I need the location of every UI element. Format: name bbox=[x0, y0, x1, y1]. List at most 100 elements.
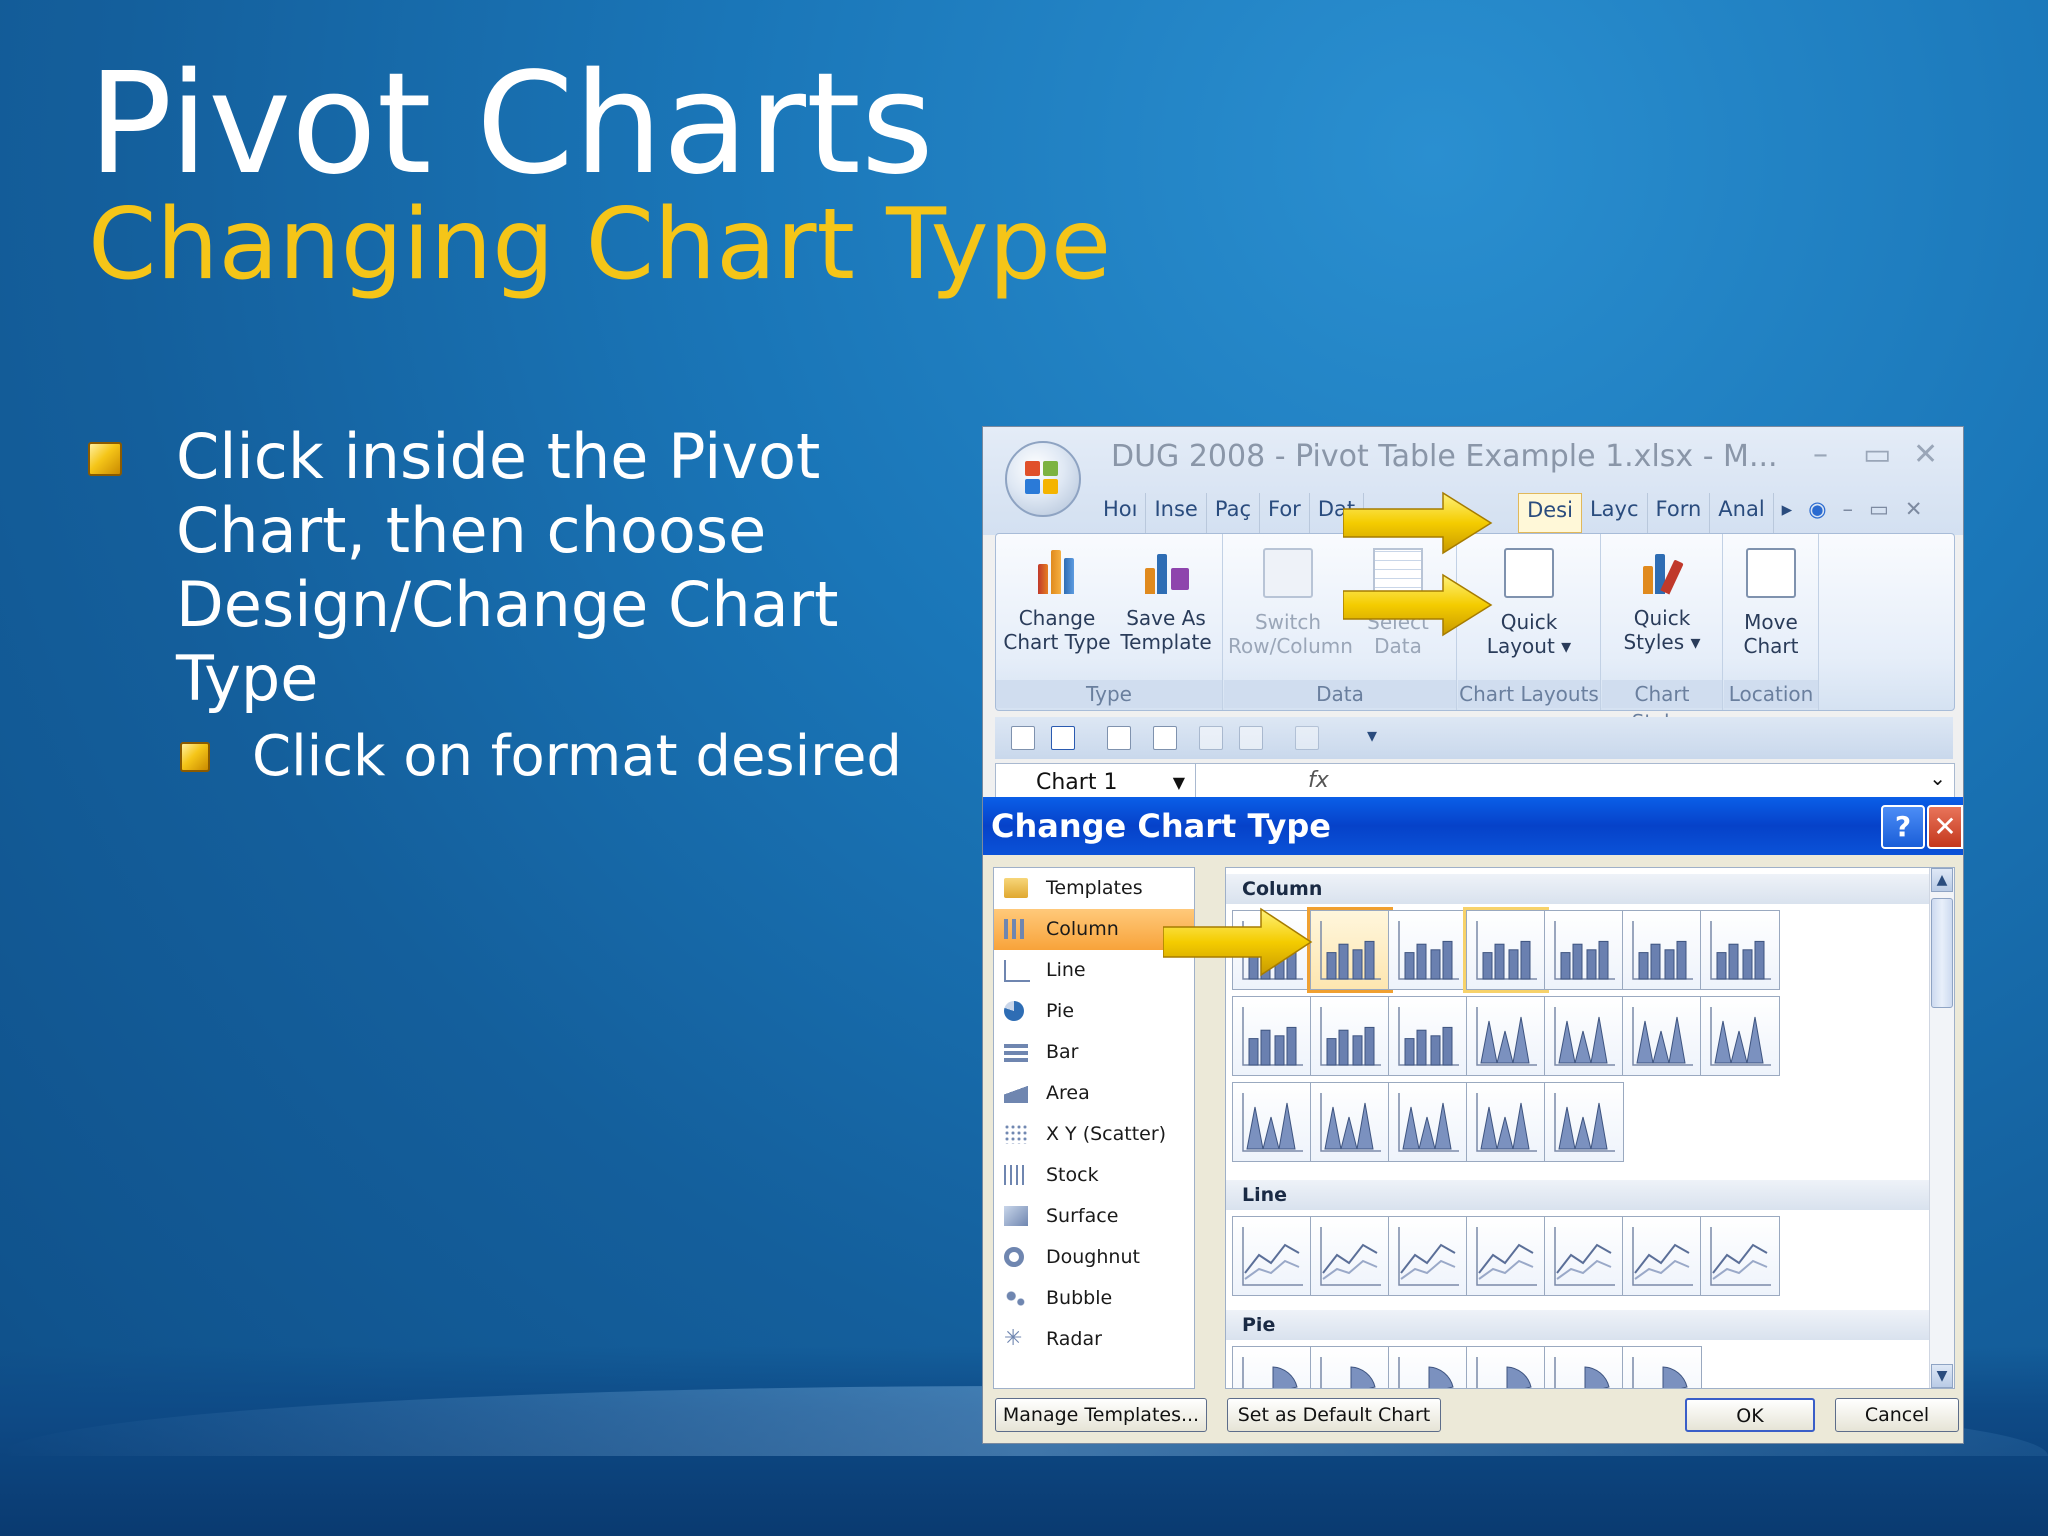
column-subtype-19[interactable] bbox=[1544, 1082, 1624, 1162]
category-stock[interactable]: Stock bbox=[994, 1155, 1194, 1196]
tab-scroll-right-icon[interactable]: ▸ bbox=[1774, 493, 1801, 533]
column-subtype-15[interactable] bbox=[1232, 1082, 1312, 1162]
tab-design[interactable]: Desi bbox=[1518, 493, 1582, 533]
doc-close-icon[interactable]: ✕ bbox=[1897, 493, 1931, 533]
undo-icon[interactable] bbox=[1051, 726, 1075, 750]
category-surface[interactable]: Surface bbox=[994, 1196, 1194, 1237]
scroll-thumb[interactable] bbox=[1931, 898, 1953, 1008]
line-subtype-1[interactable] bbox=[1232, 1216, 1312, 1296]
column-subtype-5-icon bbox=[1554, 921, 1615, 980]
format-painter-icon[interactable] bbox=[1199, 726, 1223, 750]
column-subtype-6-icon bbox=[1632, 921, 1693, 980]
category-templates[interactable]: Templates bbox=[994, 868, 1194, 909]
category-radar[interactable]: ✳ Radar bbox=[994, 1319, 1194, 1360]
category-doughnut[interactable]: Doughnut bbox=[994, 1237, 1194, 1278]
pie-subtype-2[interactable] bbox=[1310, 1346, 1390, 1388]
category-label: Stock bbox=[1046, 1164, 1099, 1186]
pie-subtype-3[interactable] bbox=[1388, 1346, 1468, 1388]
dialog-help-button[interactable]: ? bbox=[1881, 805, 1925, 849]
tab-layout[interactable]: Layc bbox=[1582, 493, 1648, 533]
category-xy-scatter[interactable]: X Y (Scatter) bbox=[994, 1114, 1194, 1155]
function-icon[interactable]: fx bbox=[1308, 768, 1329, 793]
line-subtype-2[interactable] bbox=[1310, 1216, 1390, 1296]
pie-subtype-6[interactable] bbox=[1622, 1346, 1702, 1388]
column-subtype-4[interactable] bbox=[1463, 907, 1549, 993]
line-icon bbox=[1004, 960, 1030, 982]
tab-analyze[interactable]: Anal bbox=[1710, 493, 1774, 533]
column-subtype-16[interactable] bbox=[1310, 1082, 1390, 1162]
help-icon[interactable]: ◉ bbox=[1800, 493, 1834, 533]
save-as-template-button[interactable]: Save As Template bbox=[1112, 542, 1220, 654]
customize-toolbar-icon[interactable]: ▾ bbox=[1367, 723, 1377, 747]
borders-icon[interactable] bbox=[1239, 726, 1263, 750]
group-label-type: Type bbox=[996, 680, 1222, 708]
switch-row-column-button[interactable]: Switch Row/Column bbox=[1228, 542, 1353, 658]
pie-subtype-2-icon bbox=[1320, 1357, 1376, 1388]
close-icon[interactable]: ✕ bbox=[1913, 437, 1938, 472]
line-subtype-7[interactable] bbox=[1700, 1216, 1780, 1296]
manage-templates-button[interactable]: Manage Templates... bbox=[995, 1398, 1207, 1432]
line-subtype-4[interactable] bbox=[1466, 1216, 1546, 1296]
category-pie[interactable]: Pie bbox=[994, 991, 1194, 1032]
column-subtype-8[interactable] bbox=[1232, 996, 1312, 1076]
move-chart-button[interactable]: Move Chart bbox=[1730, 542, 1812, 658]
column-subtype-17[interactable] bbox=[1388, 1082, 1468, 1162]
category-bar[interactable]: Bar bbox=[994, 1032, 1194, 1073]
quick-styles-button[interactable]: Quick Styles ▾ bbox=[1608, 542, 1716, 654]
column-subtype-15-icon bbox=[1242, 1093, 1303, 1152]
ribbon-group-chart-styles: Quick Styles ▾ Chart Styles bbox=[1602, 534, 1723, 734]
cancel-button[interactable]: Cancel bbox=[1835, 1398, 1959, 1432]
save-as-template-label: Save As Template bbox=[1120, 606, 1212, 654]
pie-subtype-5[interactable] bbox=[1544, 1346, 1624, 1388]
pie-subtype-4[interactable] bbox=[1466, 1346, 1546, 1388]
doc-minimize-icon[interactable]: – bbox=[1835, 493, 1862, 533]
column-subtype-13[interactable] bbox=[1622, 996, 1702, 1076]
column-subtype-12[interactable] bbox=[1544, 996, 1624, 1076]
redo-icon[interactable] bbox=[1295, 726, 1319, 750]
column-subtype-2[interactable] bbox=[1307, 907, 1393, 993]
tab-home[interactable]: Hoı bbox=[1095, 493, 1147, 533]
line-subtype-3[interactable] bbox=[1388, 1216, 1468, 1296]
category-area[interactable]: Area bbox=[994, 1073, 1194, 1114]
line-subtype-6[interactable] bbox=[1622, 1216, 1702, 1296]
change-chart-type-button[interactable]: Change Chart Type bbox=[1002, 542, 1112, 654]
column-subtype-10[interactable] bbox=[1388, 996, 1468, 1076]
column-subtype-7[interactable] bbox=[1700, 910, 1780, 990]
doc-restore-icon[interactable]: ▭ bbox=[1861, 493, 1897, 533]
column-subtype-11[interactable] bbox=[1466, 996, 1546, 1076]
print-icon[interactable] bbox=[1107, 726, 1131, 750]
column-subtype-14[interactable] bbox=[1700, 996, 1780, 1076]
scroll-up-icon[interactable]: ▲ bbox=[1931, 868, 1953, 892]
print-preview-icon[interactable] bbox=[1153, 726, 1177, 750]
column-subtype-5[interactable] bbox=[1544, 910, 1624, 990]
line-subtype-5[interactable] bbox=[1544, 1216, 1624, 1296]
quick-access-toolbar: ▾ bbox=[995, 717, 1953, 759]
scroll-down-icon[interactable]: ▼ bbox=[1931, 1364, 1953, 1388]
dialog-close-button[interactable]: ✕ bbox=[1927, 805, 1963, 849]
line-subtype-7-icon bbox=[1710, 1227, 1771, 1286]
change-chart-type-dialog: Change Chart Type ? ✕ Templates Column L… bbox=[983, 797, 1963, 1443]
pie-subtype-1[interactable] bbox=[1232, 1346, 1312, 1388]
line-subtype-2-icon bbox=[1320, 1227, 1381, 1286]
tab-page-layout[interactable]: Paç bbox=[1207, 493, 1260, 533]
expand-formula-icon[interactable]: ⌄ bbox=[1929, 766, 1946, 790]
office-logo-icon bbox=[1025, 461, 1059, 495]
ok-button[interactable]: OK bbox=[1685, 1398, 1815, 1432]
new-document-icon[interactable] bbox=[1011, 726, 1035, 750]
tab-formulas[interactable]: For bbox=[1260, 493, 1310, 533]
tab-insert[interactable]: Inse bbox=[1146, 493, 1207, 533]
maximize-icon[interactable]: ▭ bbox=[1863, 437, 1891, 472]
category-bubble[interactable]: Bubble bbox=[994, 1278, 1194, 1319]
column-subtype-18[interactable] bbox=[1466, 1082, 1546, 1162]
column-subtype-6[interactable] bbox=[1622, 910, 1702, 990]
slide-subtitle: Changing Chart Type bbox=[88, 188, 1112, 302]
category-label: Bubble bbox=[1046, 1287, 1113, 1309]
minimize-icon[interactable]: – bbox=[1813, 437, 1828, 472]
set-default-chart-button[interactable]: Set as Default Chart bbox=[1227, 1398, 1441, 1432]
category-label: Pie bbox=[1046, 1000, 1075, 1022]
office-button[interactable] bbox=[1005, 441, 1081, 517]
gallery-scrollbar[interactable]: ▲ ▼ bbox=[1929, 868, 1954, 1388]
column-subtype-9[interactable] bbox=[1310, 996, 1390, 1076]
tab-format[interactable]: Forn bbox=[1648, 493, 1711, 533]
column-subtype-3[interactable] bbox=[1388, 910, 1468, 990]
